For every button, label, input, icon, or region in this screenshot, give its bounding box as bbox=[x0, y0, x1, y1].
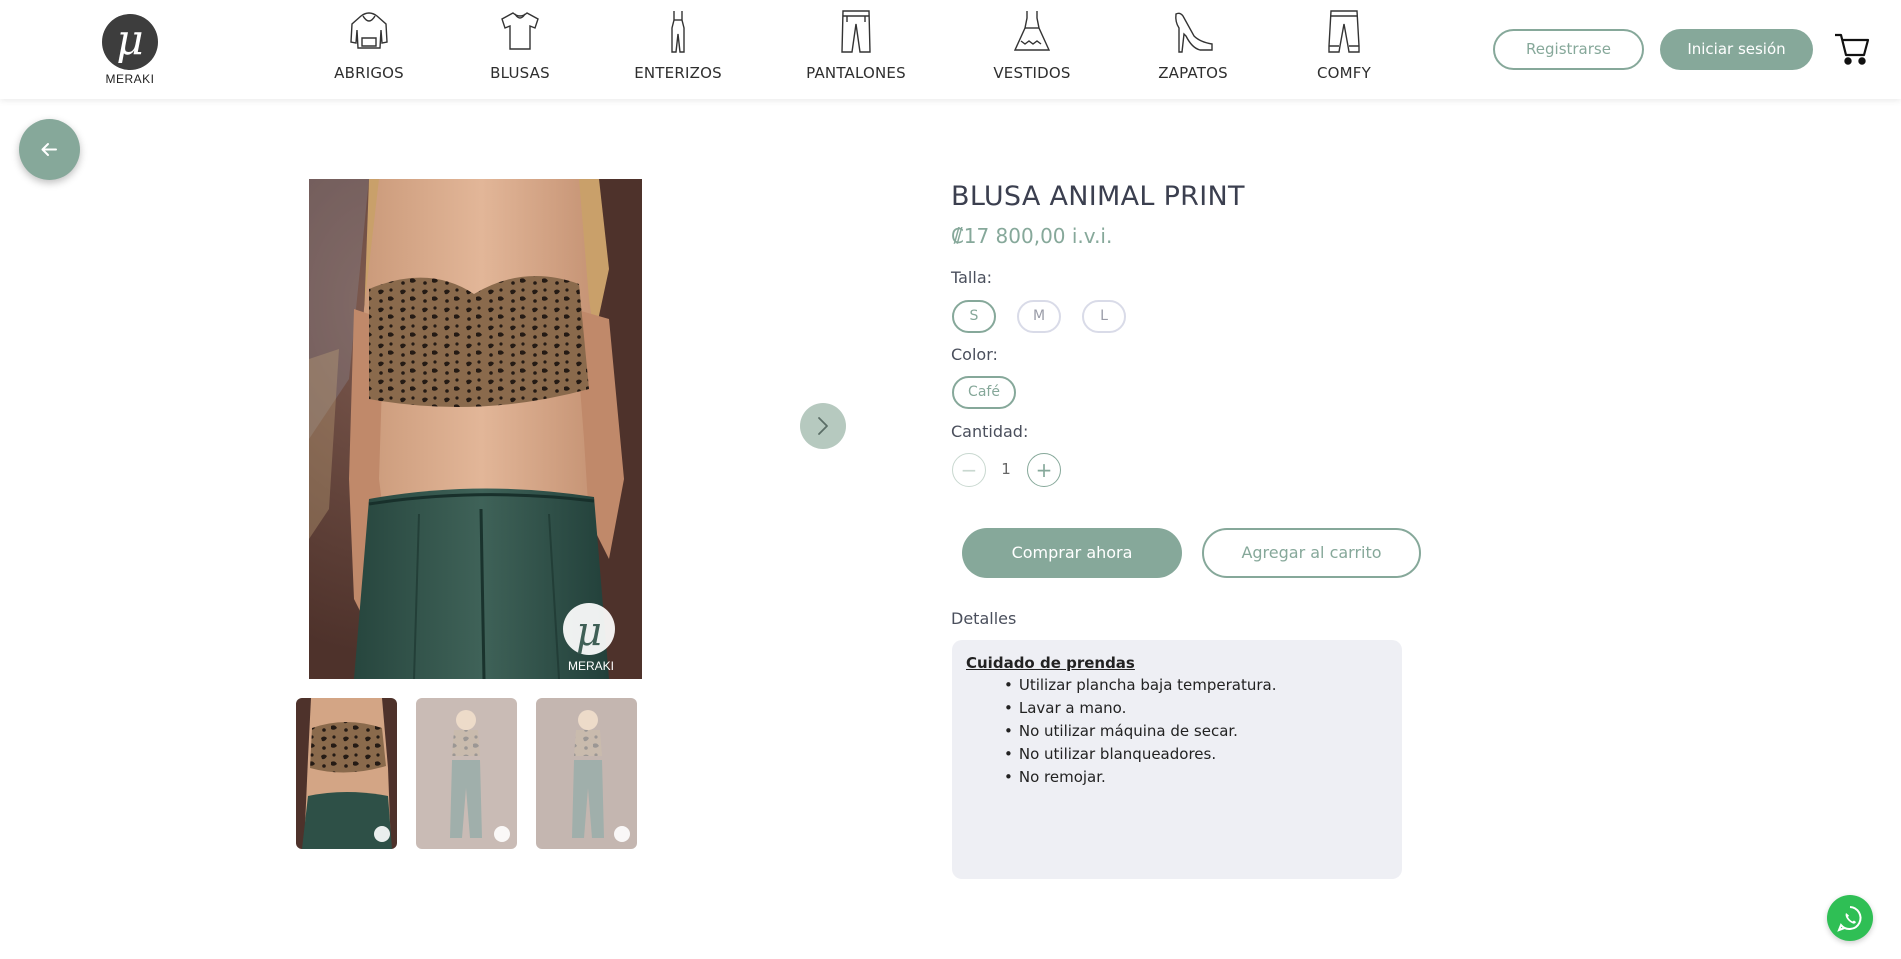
size-option-l[interactable]: L bbox=[1082, 300, 1126, 333]
chevron-right-icon bbox=[818, 417, 828, 435]
buy-now-button[interactable]: Comprar ahora bbox=[962, 528, 1182, 578]
svg-text:μ: μ bbox=[576, 609, 602, 655]
care-item: No utilizar blanqueadores. bbox=[1004, 743, 1388, 766]
minus-icon: − bbox=[960, 458, 978, 482]
thumbnail-photo bbox=[416, 698, 517, 849]
product-price: ₡17 800,00 i.v.i. bbox=[951, 224, 1113, 248]
tshirt-icon bbox=[501, 12, 539, 50]
register-button[interactable]: Registrarse bbox=[1493, 29, 1644, 70]
add-to-cart-button[interactable]: Agregar al carrito bbox=[1202, 528, 1421, 578]
thumbnail-3[interactable] bbox=[536, 698, 637, 849]
cart-button[interactable] bbox=[1833, 30, 1871, 68]
details-label: Detalles bbox=[951, 609, 1017, 628]
quantity-decrease-button[interactable]: − bbox=[952, 453, 986, 487]
nav-label: VESTIDOS bbox=[993, 64, 1071, 82]
product-photo: μ MERAKI bbox=[309, 179, 642, 679]
quantity-value: 1 bbox=[1001, 460, 1011, 478]
size-option-m[interactable]: M bbox=[1017, 300, 1061, 333]
whatsapp-button[interactable] bbox=[1827, 895, 1873, 941]
color-label: Color: bbox=[951, 345, 998, 364]
jumpsuit-icon bbox=[671, 11, 685, 53]
nav-item-zapatos[interactable]: ZAPATOS bbox=[1128, 8, 1258, 82]
nav-item-blusas[interactable]: BLUSAS bbox=[455, 8, 585, 82]
nav-label: ABRIGOS bbox=[334, 64, 404, 82]
thumbnail-2[interactable] bbox=[416, 698, 517, 849]
color-option-cafe[interactable]: Café bbox=[952, 376, 1016, 409]
size-option-s[interactable]: S bbox=[952, 300, 996, 333]
thumbnail-photo bbox=[296, 698, 397, 849]
plus-icon: + bbox=[1035, 458, 1053, 482]
product-title: BLUSA ANIMAL PRINT bbox=[951, 181, 1245, 212]
nav-item-vestidos[interactable]: VESTIDOS bbox=[967, 8, 1097, 82]
care-item: Utilizar plancha baja temperatura. bbox=[1004, 674, 1388, 697]
nav-label: COMFY bbox=[1316, 64, 1371, 82]
nav-item-pantalones[interactable]: PANTALONES bbox=[791, 8, 921, 82]
next-image-button[interactable] bbox=[800, 403, 846, 449]
login-button[interactable]: Iniciar sesión bbox=[1660, 29, 1813, 70]
product-main-image: μ MERAKI bbox=[309, 179, 642, 679]
nav-label: ZAPATOS bbox=[1158, 64, 1228, 82]
care-list: Utilizar plancha baja temperatura. Lavar… bbox=[1004, 674, 1388, 789]
hoodie-icon bbox=[350, 12, 388, 49]
nav-item-comfy[interactable]: COMFY bbox=[1279, 8, 1409, 82]
watermark-text: MERAKI bbox=[568, 659, 614, 673]
logo-text: MERAKI bbox=[105, 72, 155, 86]
logo-glyph: μ bbox=[116, 15, 144, 64]
pants-icon bbox=[841, 10, 871, 53]
care-item: No remojar. bbox=[1004, 766, 1388, 789]
size-label: Talla: bbox=[951, 268, 993, 287]
back-button[interactable] bbox=[19, 119, 80, 180]
thumbnail-1[interactable] bbox=[296, 698, 397, 849]
whatsapp-icon bbox=[1837, 906, 1862, 932]
care-item: Lavar a mano. bbox=[1004, 697, 1388, 720]
nav-item-enterizos[interactable]: ENTERIZOS bbox=[613, 8, 743, 82]
joggers-icon bbox=[1328, 10, 1360, 53]
arrow-left-icon bbox=[41, 143, 57, 156]
quantity-label: Cantidad: bbox=[951, 422, 1029, 441]
cart-icon bbox=[1835, 33, 1870, 65]
nav-item-abrigos[interactable]: ABRIGOS bbox=[304, 8, 434, 82]
logo-mark: μ bbox=[102, 14, 158, 70]
nav-label: PANTALONES bbox=[806, 64, 906, 82]
site-header: μ MERAKI ABRIGOS BLUSAS ENTERIZOS PANTAL… bbox=[0, 0, 1901, 99]
brand-logo[interactable]: μ MERAKI bbox=[97, 14, 163, 86]
details-title: Cuidado de prendas bbox=[966, 654, 1135, 672]
nav-label: ENTERIZOS bbox=[634, 64, 722, 82]
nav-label: BLUSAS bbox=[490, 64, 550, 82]
heel-shoe-icon bbox=[1175, 12, 1213, 53]
dress-icon bbox=[1013, 11, 1051, 51]
quantity-increase-button[interactable]: + bbox=[1027, 453, 1061, 487]
care-item: No utilizar máquina de secar. bbox=[1004, 720, 1388, 743]
thumbnail-photo bbox=[536, 698, 637, 849]
details-panel: Cuidado de prendas Utilizar plancha baja… bbox=[952, 640, 1402, 879]
